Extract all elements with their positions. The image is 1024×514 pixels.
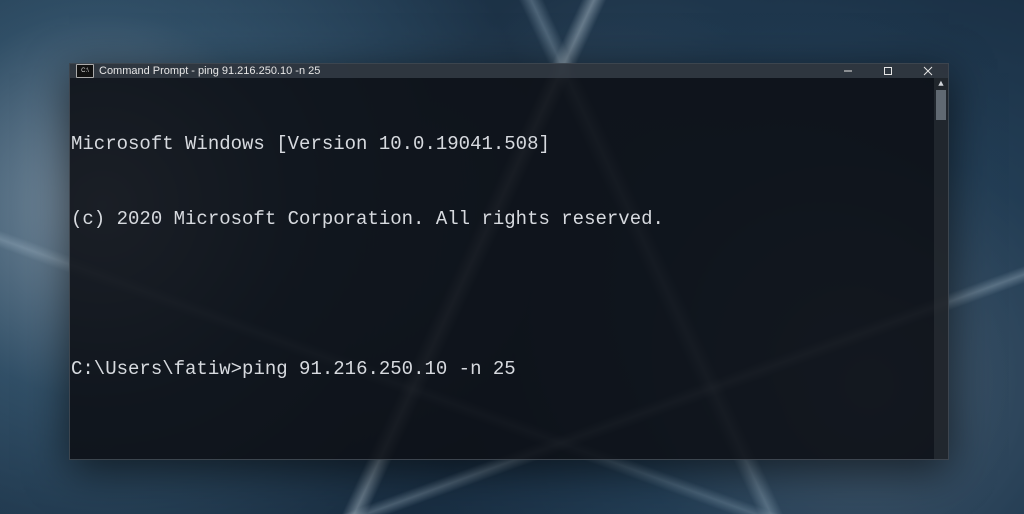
close-button[interactable] [908, 64, 948, 78]
scrollbar[interactable]: ▲ [934, 78, 948, 459]
window-title: Command Prompt - ping 91.216.250.10 -n 2… [99, 65, 320, 77]
window-controls [828, 64, 948, 78]
command-prompt-window: C:\ Command Prompt - ping 91.216.250.10 … [69, 63, 949, 460]
minimize-button[interactable] [828, 64, 868, 78]
titlebar[interactable]: C:\ Command Prompt - ping 91.216.250.10 … [70, 64, 948, 78]
minimize-icon [843, 66, 853, 76]
maximize-button[interactable] [868, 64, 908, 78]
scrollbar-up-icon[interactable]: ▲ [934, 78, 948, 90]
banner-version: Microsoft Windows [Version 10.0.19041.50… [71, 132, 940, 157]
prompt-line: C:\Users\fatiw>ping 91.216.250.10 -n 25 [71, 357, 940, 382]
blank-line [71, 432, 940, 457]
cmd-icon: C:\ [76, 64, 94, 78]
prompt-command: ping 91.216.250.10 -n 25 [242, 358, 516, 380]
prompt-path: C:\Users\fatiw [71, 358, 231, 380]
banner-copyright: (c) 2020 Microsoft Corporation. All righ… [71, 207, 940, 232]
terminal-output: Microsoft Windows [Version 10.0.19041.50… [70, 82, 940, 459]
terminal-body[interactable]: ▲ Microsoft Windows [Version 10.0.19041.… [70, 78, 948, 459]
blank-line [71, 282, 940, 307]
close-icon [923, 66, 933, 76]
scrollbar-thumb[interactable] [936, 90, 946, 120]
cmd-icon-glyph: C:\ [81, 68, 89, 74]
maximize-icon [883, 66, 893, 76]
prompt-symbol: > [231, 358, 242, 380]
desktop-wallpaper: C:\ Command Prompt - ping 91.216.250.10 … [0, 0, 1024, 514]
